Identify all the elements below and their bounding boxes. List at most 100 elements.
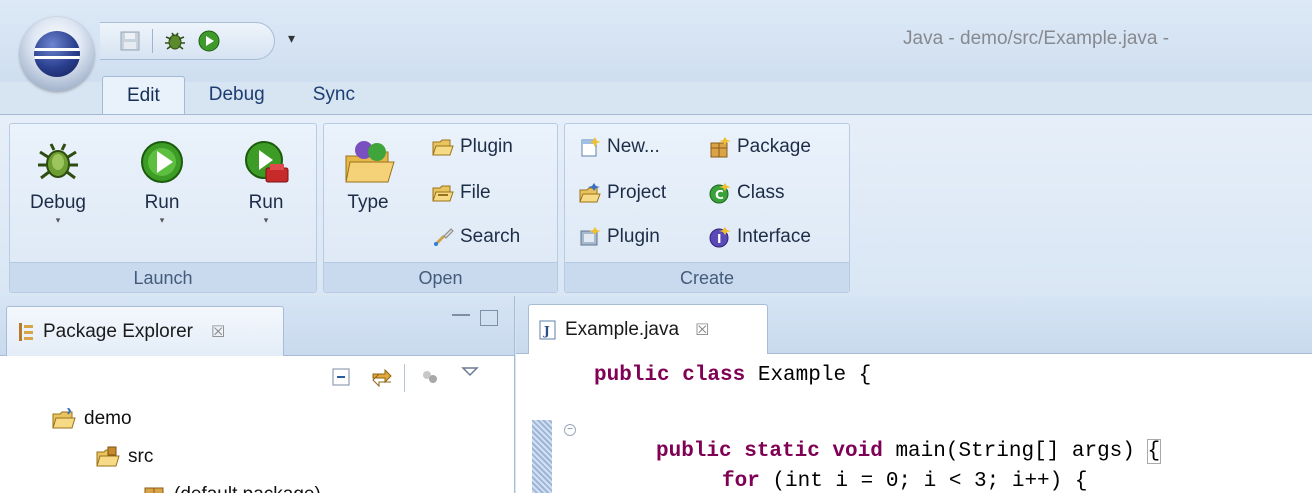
quick-access-toolbar: [100, 22, 275, 60]
chevron-down-icon: ▾: [263, 215, 269, 225]
debug-button[interactable]: Debug ▾: [20, 130, 96, 226]
package-explorer-toolbar: [0, 356, 514, 402]
run-icon[interactable]: [197, 29, 221, 53]
minimize-icon[interactable]: [452, 314, 470, 319]
svg-text:C: C: [715, 188, 724, 202]
package-explorer-panel: Package Explorer ☒ demo src (default pac…: [0, 296, 515, 493]
svg-text:I: I: [717, 232, 721, 246]
plugin-icon: [432, 139, 454, 156]
project-folder-icon: [52, 408, 76, 429]
code-line: public static void main(String[] args) {: [656, 439, 1162, 464]
code-area[interactable]: public class Example { public static voi…: [594, 364, 1162, 493]
package-explorer-header: Package Explorer ☒: [0, 296, 514, 356]
tree-item-src[interactable]: src: [96, 446, 153, 468]
editor-tab-example-java[interactable]: J Example.java ☒: [528, 304, 768, 354]
close-icon[interactable]: ☒: [211, 322, 225, 342]
chevron-down-icon: ▾: [55, 215, 61, 225]
create-project-button[interactable]: Project: [579, 182, 666, 204]
create-package-button[interactable]: Package: [709, 136, 811, 158]
tab-debug[interactable]: Debug: [185, 76, 289, 114]
code-line: for (int i = 0; i < 3; i++) {: [722, 470, 1088, 493]
eclipse-logo-icon: [34, 31, 80, 77]
package-explorer-icon: [19, 322, 33, 341]
tree-item-default-package[interactable]: (default package): [142, 484, 321, 493]
create-interface-button[interactable]: I Interface: [709, 226, 811, 248]
package-icon: [144, 487, 164, 493]
package-explorer-tab[interactable]: Package Explorer ☒: [6, 306, 284, 356]
debug-icon[interactable]: [163, 29, 187, 53]
create-package-label: Package: [737, 136, 811, 157]
new-interface-icon: I: [709, 227, 731, 248]
qat-customize-button[interactable]: ▾: [288, 30, 295, 47]
open-search-label: Search: [460, 226, 521, 247]
open-type-label: Type: [347, 192, 389, 213]
create-class-button[interactable]: C Class: [709, 182, 785, 204]
new-plugin-icon: [580, 227, 601, 246]
open-type-icon: [344, 138, 395, 186]
open-group-label: Open: [324, 262, 557, 292]
create-group: New... Project Plugin Package C Class I …: [564, 123, 850, 293]
run-button-label: Run: [144, 192, 180, 213]
file-icon: [432, 185, 454, 202]
launch-group: Debug ▾ Run ▾ Run ▾ Launch: [9, 123, 317, 293]
title-bar: ▾ Java - demo/src/Example.java -: [0, 0, 1312, 91]
app-menu-button[interactable]: [20, 17, 94, 91]
qat-separator: [152, 29, 153, 53]
run-button[interactable]: Run ▾: [124, 130, 200, 226]
maximize-icon[interactable]: [480, 310, 498, 326]
ribbon-tabs: Edit Debug Sync: [102, 76, 379, 114]
tree-item-label: (default package): [174, 484, 321, 493]
launch-group-label: Launch: [10, 262, 316, 292]
create-plugin-button[interactable]: Plugin: [579, 226, 660, 248]
code-line: public class Example {: [594, 364, 872, 387]
view-controls: [452, 310, 498, 326]
open-search-button[interactable]: Search: [432, 226, 520, 248]
tab-sync[interactable]: Sync: [289, 76, 379, 114]
svg-text:J: J: [543, 324, 550, 338]
link-with-editor-icon[interactable]: [370, 366, 394, 390]
chevron-down-icon: ▾: [159, 215, 165, 225]
java-file-icon: J: [539, 320, 556, 339]
package-explorer-title: Package Explorer: [43, 320, 193, 342]
tab-edit[interactable]: Edit: [102, 76, 185, 114]
filter-icon[interactable]: [418, 366, 442, 390]
editor-gutter: [516, 354, 552, 493]
tree-item-label: src: [128, 446, 154, 467]
editor-panel: J Example.java ☒ − public class Example …: [516, 296, 1312, 493]
view-menu-icon[interactable]: [458, 360, 482, 384]
new-project-icon: [579, 183, 601, 203]
toolbar-separator: [404, 364, 405, 392]
tree-item-label: demo: [84, 408, 132, 429]
open-type-button[interactable]: Type: [330, 130, 406, 214]
create-interface-label: Interface: [737, 226, 811, 247]
run-external-button[interactable]: Run ▾: [228, 130, 304, 226]
open-plugin-label: Plugin: [460, 136, 513, 157]
new-package-icon: [710, 137, 731, 158]
source-folder-icon: [96, 446, 120, 467]
create-new-label: New...: [607, 136, 660, 157]
debug-button-label: Debug: [30, 192, 86, 213]
collapse-all-icon[interactable]: [330, 366, 354, 390]
create-class-label: Class: [737, 182, 785, 203]
matching-brace: {: [1146, 439, 1162, 464]
run-external-icon: [242, 138, 290, 186]
open-file-label: File: [460, 182, 491, 203]
open-group: Type Plugin File Search Open: [323, 123, 558, 293]
create-group-label: Create: [565, 262, 849, 292]
tree-item-demo[interactable]: demo: [52, 408, 132, 430]
fold-collapse-icon[interactable]: −: [564, 424, 576, 436]
save-icon[interactable]: [118, 29, 142, 53]
editor-tabs-header: J Example.java ☒: [516, 296, 1312, 354]
quick-diff-ruler: [532, 420, 552, 493]
new-class-icon: C: [709, 183, 731, 204]
open-plugin-button[interactable]: Plugin: [432, 136, 513, 158]
bug-icon: [34, 138, 82, 186]
open-file-button[interactable]: File: [432, 182, 491, 204]
new-file-icon: [581, 137, 601, 157]
create-new-button[interactable]: New...: [579, 136, 660, 158]
run-icon: [138, 138, 186, 186]
editor-tab-title: Example.java: [565, 318, 680, 340]
ribbon: Debug ▾ Run ▾ Run ▾ Launch Type Plugin F…: [0, 114, 1312, 296]
close-icon[interactable]: ☒: [695, 320, 709, 340]
run-external-button-label: Run: [248, 192, 284, 213]
